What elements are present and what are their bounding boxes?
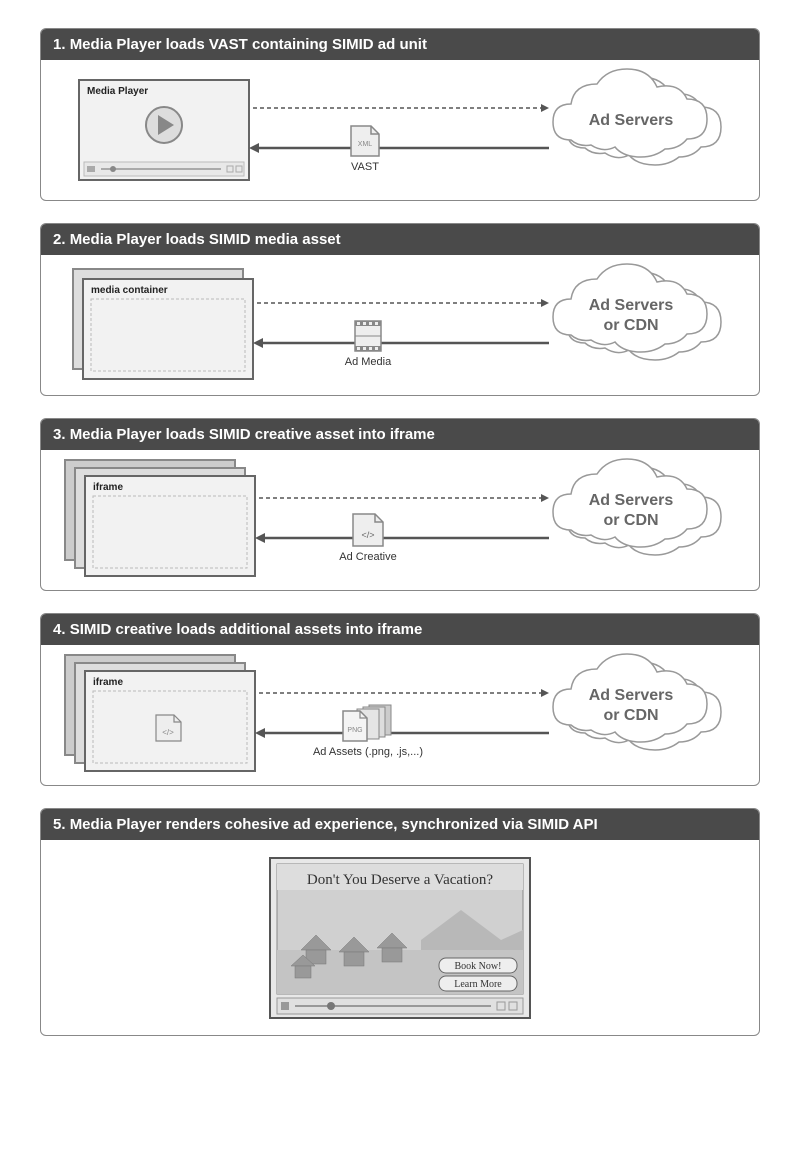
cloud-label-2: or CDN xyxy=(603,317,658,334)
step-header: 1. Media Player loads VAST containing SI… xyxy=(41,29,759,60)
diagram-step-4: 4. SIMID creative loads additional asset… xyxy=(40,613,760,786)
step-body: iframe </> PNG Ad Assets (.png, .j xyxy=(41,645,759,785)
container-label: media container xyxy=(91,285,168,296)
step-title: Media Player loads SIMID creative asset … xyxy=(70,426,435,443)
ad-book-label: Book Now! xyxy=(455,961,502,972)
diagram-svg: Don't You Deserve a Vacation? Book Now! … xyxy=(41,840,759,1035)
ad-learn-label: Learn More xyxy=(454,979,502,990)
diagram-svg: iframe </> Ad Creative Ad Servers or CDN xyxy=(41,450,759,590)
step-title: Media Player loads SIMID media asset xyxy=(70,231,341,248)
step-number: 3. xyxy=(53,426,66,443)
mid-label: VAST xyxy=(351,161,379,173)
cloud-icon: Ad Servers or CDN xyxy=(553,264,721,360)
iframe-label: iframe xyxy=(93,677,123,688)
diagram-svg: media container Ad Media Ad xyxy=(41,255,759,395)
cloud-label-1: Ad Servers xyxy=(589,492,674,509)
step-header: 5. Media Player renders cohesive ad expe… xyxy=(41,809,759,840)
film-strip-icon xyxy=(355,321,381,351)
step-header: 4. SIMID creative loads additional asset… xyxy=(41,614,759,645)
step-title: Media Player renders cohesive ad experie… xyxy=(70,816,598,833)
step-body: Media Player XML xyxy=(41,60,759,200)
cloud-label-2: or CDN xyxy=(603,707,658,724)
step-body: iframe </> Ad Creative Ad Servers or CDN xyxy=(41,450,759,590)
diagram-step-1: 1. Media Player loads VAST containing SI… xyxy=(40,28,760,201)
cloud-label-1: Ad Servers xyxy=(589,687,674,704)
xml-file-icon: XML xyxy=(351,126,379,156)
step-body: media container Ad Media Ad xyxy=(41,255,759,395)
step-number: 2. xyxy=(53,231,66,248)
cloud-label-1: Ad Servers xyxy=(589,297,674,314)
mid-label: Ad Assets (.png, .js,...) xyxy=(313,746,423,758)
diagram-step-2: 2. Media Player loads SIMID media asset … xyxy=(40,223,760,396)
step-body: Don't You Deserve a Vacation? Book Now! … xyxy=(41,840,759,1035)
media-player-label: Media Player xyxy=(87,86,148,97)
step-number: 4. xyxy=(53,621,66,638)
media-player-box: Media Player xyxy=(79,80,249,180)
step-title: SIMID creative loads additional assets i… xyxy=(70,621,423,638)
cloud-icon: Ad Servers xyxy=(553,69,721,165)
cloud-icon: Ad Servers or CDN xyxy=(553,459,721,555)
diagram-step-3: 3. Media Player loads SIMID creative ass… xyxy=(40,418,760,591)
diagram-svg: iframe </> PNG Ad Assets (.png, .j xyxy=(41,645,759,785)
step-title: Media Player loads VAST containing SIMID… xyxy=(70,36,427,53)
step-number: 1. xyxy=(53,36,66,53)
media-container-box: media container xyxy=(73,269,253,379)
ad-headline: Don't You Deserve a Vacation? xyxy=(307,872,493,888)
code-file-icon: </> xyxy=(353,514,383,546)
final-ad-player: Don't You Deserve a Vacation? Book Now! … xyxy=(270,858,530,1018)
cloud-icon: Ad Servers or CDN xyxy=(553,654,721,750)
diagram-svg: Media Player XML xyxy=(41,60,759,200)
diagram-step-5: 5. Media Player renders cohesive ad expe… xyxy=(40,808,760,1036)
mid-label: Ad Media xyxy=(345,356,392,368)
file-type-label: PNG xyxy=(347,727,362,734)
file-type-label: XML xyxy=(358,141,373,148)
iframe-label: iframe xyxy=(93,482,123,493)
step-header: 3. Media Player loads SIMID creative ass… xyxy=(41,419,759,450)
cloud-label-1: Ad Servers xyxy=(589,112,674,129)
mid-label: Ad Creative xyxy=(339,551,396,563)
step-number: 5. xyxy=(53,816,66,833)
step-header: 2. Media Player loads SIMID media asset xyxy=(41,224,759,255)
cloud-label-2: or CDN xyxy=(603,512,658,529)
code-symbol: </> xyxy=(361,530,374,540)
svg-text:</>: </> xyxy=(162,728,174,737)
asset-files-icon: PNG xyxy=(343,705,391,741)
iframe-box: iframe </> xyxy=(65,655,255,771)
iframe-box: iframe xyxy=(65,460,255,576)
